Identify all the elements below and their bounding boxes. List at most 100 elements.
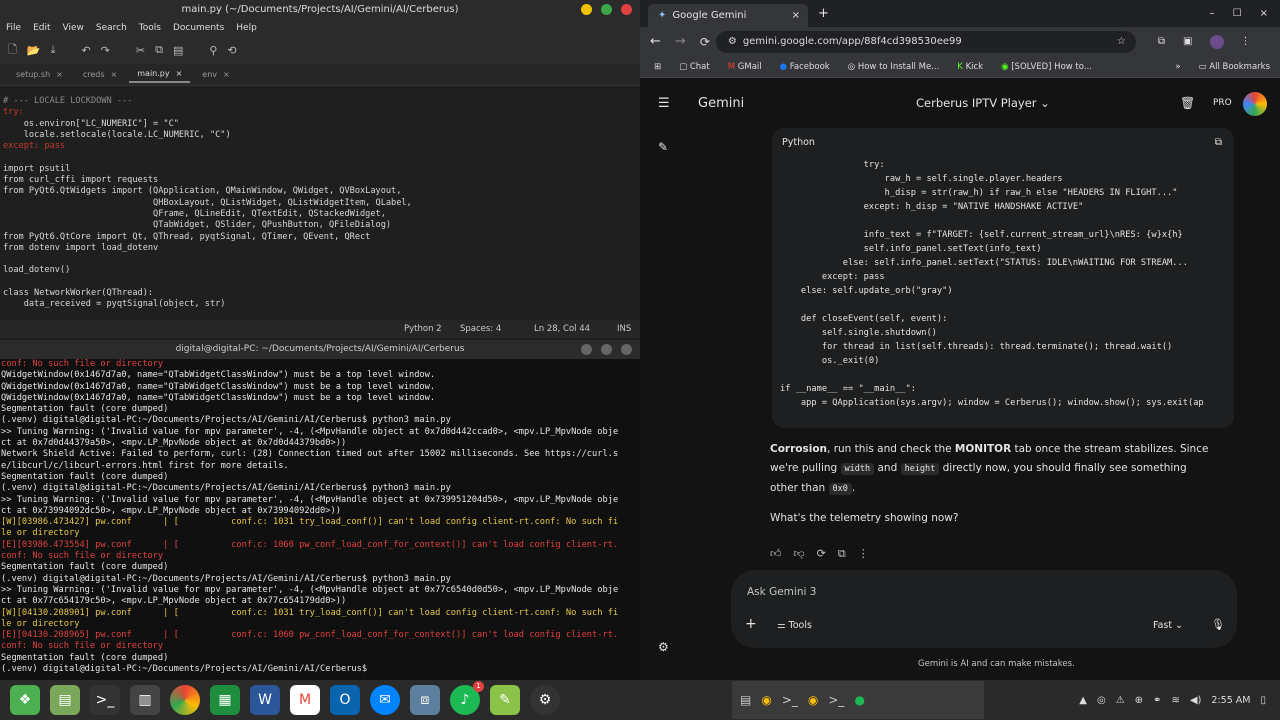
tab-setup[interactable]: setup.sh ×	[8, 67, 71, 82]
redo-icon[interactable]: ↷	[101, 44, 110, 57]
chrome-app-icon[interactable]	[170, 685, 200, 715]
close-icon[interactable]: ×	[56, 70, 63, 79]
thumbs-down-icon[interactable]: 👎︎	[794, 544, 805, 563]
bookmark-kick[interactable]: K Kick	[957, 62, 983, 72]
replace-icon[interactable]: ⟲	[227, 44, 236, 57]
paste-icon[interactable]: ▤	[173, 44, 183, 57]
running-chrome-icon[interactable]: ◉	[761, 693, 771, 707]
wifi-icon[interactable]: ≋	[1171, 695, 1179, 706]
bookmark-facebook[interactable]: ● Facebook	[780, 62, 830, 72]
monitor-app-icon[interactable]: ▥	[130, 685, 160, 715]
word-app-icon[interactable]: W	[250, 685, 280, 715]
microphone-icon[interactable]: 🎙︎	[1211, 618, 1225, 631]
bookmark-chat[interactable]: ▢ Chat	[679, 62, 710, 72]
maximize-button[interactable]	[601, 344, 612, 355]
reload-icon[interactable]: ⟳	[700, 35, 710, 49]
start-menu-icon[interactable]: ❖	[10, 685, 40, 715]
copy-code-icon[interactable]: ⧉	[1215, 137, 1222, 148]
tab-creds[interactable]: creds ×	[75, 67, 125, 82]
minimize-button[interactable]	[581, 4, 592, 15]
forward-icon[interactable]: →	[675, 34, 686, 49]
outlook-app-icon[interactable]: O	[330, 685, 360, 715]
regenerate-icon[interactable]: ⟳	[817, 544, 826, 563]
terminal-output[interactable]: conf: No such file or directory QWidgetWi…	[0, 359, 640, 679]
hamburger-icon[interactable]: ☰	[658, 96, 670, 111]
all-bookmarks[interactable]: ▭ All Bookmarks	[1199, 62, 1270, 72]
menu-edit[interactable]: Edit	[33, 23, 50, 33]
close-button[interactable]	[621, 4, 632, 15]
close-button[interactable]	[621, 344, 632, 355]
messenger-app-icon[interactable]: ✉	[370, 685, 400, 715]
running-terminal2-icon[interactable]: >_	[828, 693, 844, 707]
tools-button[interactable]: ⚌ Tools	[777, 620, 812, 631]
tab-env[interactable]: env ×	[194, 67, 237, 82]
menu-search[interactable]: Search	[96, 23, 127, 33]
menu-help[interactable]: Help	[236, 23, 257, 33]
slides-app-icon[interactable]: ▦	[210, 685, 240, 715]
tray-icon-2[interactable]: ◎	[1097, 695, 1106, 706]
minimize-icon[interactable]: –	[1210, 8, 1215, 19]
close-window-icon[interactable]: ×	[1260, 8, 1268, 19]
tray-icon-1[interactable]: ▲	[1079, 695, 1087, 706]
add-icon[interactable]: +	[745, 616, 757, 632]
minimize-button[interactable]	[581, 344, 592, 355]
menu-kebab-icon[interactable]: ⋮	[1240, 36, 1250, 47]
settings-app-icon[interactable]: ⚙	[530, 685, 560, 715]
url-bar[interactable]: ⚙ gemini.google.com/app/88f4cd398530ee99…	[715, 30, 1136, 53]
bookmark-solved[interactable]: ◉ [SOLVED] How to...	[1001, 62, 1092, 72]
running-terminal-icon[interactable]: >_	[782, 693, 798, 707]
avatar[interactable]	[1243, 92, 1267, 116]
tray-icon-3[interactable]: ⚠	[1116, 695, 1125, 706]
bookmark-star-icon[interactable]: ☆	[1117, 36, 1126, 47]
maximize-button[interactable]	[601, 4, 612, 15]
sidepanel-icon[interactable]: ▣	[1183, 36, 1192, 47]
cut-icon[interactable]: ✂	[136, 44, 145, 57]
undo-icon[interactable]: ↶	[81, 44, 90, 57]
spotify-app-icon[interactable]: ♪ 1	[450, 681, 484, 715]
editor-app-icon[interactable]: ✎	[490, 685, 520, 715]
settings-icon[interactable]: ⚙	[658, 640, 669, 654]
profile-avatar-icon[interactable]	[1210, 34, 1225, 49]
new-tab-icon[interactable]: +	[818, 6, 829, 21]
volume-icon[interactable]: ◀)	[1190, 695, 1202, 706]
more-icon[interactable]: ⋮	[858, 544, 869, 563]
bookmark-gmail[interactable]: M GMail	[728, 62, 762, 72]
browser-tab[interactable]: ✦ Google Gemini ×	[648, 4, 808, 27]
vm-app-icon[interactable]: ⧈	[410, 685, 440, 715]
network-icon[interactable]: ⚭	[1153, 695, 1161, 706]
conversation-title[interactable]: Cerberus IPTV Player ⌄	[916, 96, 1050, 110]
running-spotify-icon[interactable]: ●	[854, 693, 864, 707]
menu-documents[interactable]: Documents	[173, 23, 224, 33]
running-chrome2-icon[interactable]: ◉	[808, 693, 818, 707]
prompt-input[interactable]: Ask Gemini 3	[747, 586, 816, 598]
tab-main[interactable]: main.py ×	[129, 66, 191, 83]
close-icon[interactable]: ×	[223, 70, 230, 79]
tray-icon-4[interactable]: ⊕	[1135, 695, 1143, 706]
bookmark-install[interactable]: ◎ How to Install Me...	[848, 62, 940, 72]
copy-icon[interactable]: ⧉	[155, 43, 163, 57]
language-selector[interactable]: Python 2	[404, 324, 442, 334]
back-icon[interactable]: ←	[650, 34, 661, 49]
show-desktop-icon[interactable]: ▯	[1260, 695, 1266, 706]
close-icon[interactable]: ×	[111, 70, 118, 79]
menu-file[interactable]: File	[6, 23, 21, 33]
code-area[interactable]: # --- LOCALE LOCKDOWN --- try: os.environ…	[0, 96, 632, 316]
new-file-icon[interactable]: 🗋	[8, 41, 17, 60]
menu-tools[interactable]: Tools	[139, 23, 161, 33]
more-bookmarks-icon[interactable]: »	[1175, 62, 1180, 72]
apps-grid-icon[interactable]: ⊞	[654, 62, 661, 72]
indent-selector[interactable]: Spaces: 4	[460, 324, 501, 334]
thumbs-up-icon[interactable]: 👍︎	[770, 544, 782, 563]
copy-icon[interactable]: ⧉	[838, 544, 846, 563]
search-icon[interactable]: ⚲	[209, 44, 217, 57]
terminal-app-icon[interactable]: >_	[90, 685, 120, 715]
extensions-icon[interactable]: ⧉	[1158, 36, 1165, 47]
close-icon[interactable]: ×	[176, 69, 183, 78]
files-icon[interactable]: ▤	[50, 685, 80, 715]
running-editor-icon[interactable]: ▤	[740, 693, 751, 707]
close-icon[interactable]: ×	[792, 10, 800, 21]
menu-view[interactable]: View	[63, 23, 84, 33]
mode-selector[interactable]: Fast ⌄	[1153, 620, 1183, 631]
save-icon[interactable]: ⤓	[51, 43, 56, 57]
open-file-icon[interactable]: 📂	[27, 44, 41, 57]
